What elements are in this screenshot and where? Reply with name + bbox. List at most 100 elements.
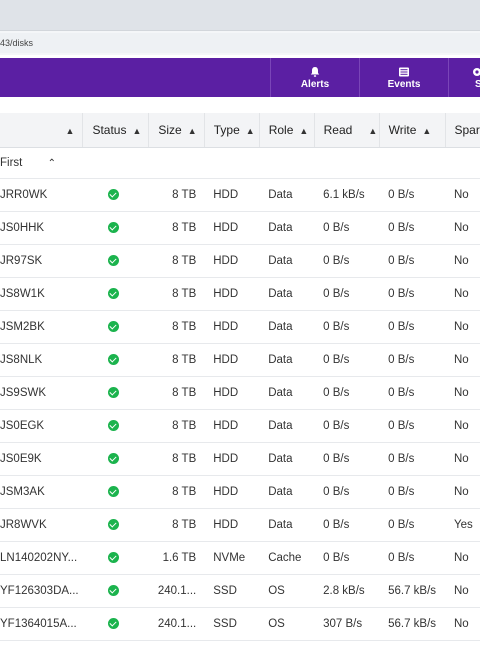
disk-size: 8 TB: [148, 277, 205, 311]
column-header-status[interactable]: Status ▲: [82, 113, 149, 148]
nav-alerts-label: Alerts: [300, 79, 330, 90]
disk-size: 8 TB: [148, 508, 205, 542]
column-header-type[interactable]: Type ▲: [203, 113, 260, 148]
table-row[interactable]: JS0EGK 8 TB HDD Data 0 B/s 0 B/s No: [0, 409, 480, 443]
table-row[interactable]: JS8W1K 8 TB HDD Data 0 B/s 0 B/s No: [0, 277, 480, 311]
nav-events-button[interactable]: Events: [359, 58, 448, 97]
top-navbar: Alerts Events S: [0, 58, 480, 98]
disk-size: 8 TB: [148, 475, 205, 509]
status: [82, 574, 149, 608]
disk-name: YF126303DA...: [0, 574, 83, 608]
disk-name: JS9SWK: [0, 376, 83, 410]
status: [82, 607, 149, 641]
chevron-up-icon[interactable]: ⌃: [48, 158, 56, 169]
disk-read: 0 B/s: [314, 541, 380, 575]
disk-size: 8 TB: [148, 376, 205, 410]
browser-toolbar: 43/disks: [0, 31, 480, 55]
table-row[interactable]: YF1364015A... 240.1... SSD OS 307 B/s 56.7 kB…: [0, 607, 480, 641]
disk-spare: No: [445, 475, 480, 509]
disk-type: HDD: [204, 277, 260, 311]
sort-icon: ▲: [245, 125, 255, 136]
bell-icon: [310, 67, 320, 77]
status-ok-icon: [107, 551, 119, 563]
nav-alerts-button[interactable]: Alerts: [270, 58, 359, 97]
disk-name: YF1364015A...: [0, 607, 83, 641]
disk-write: 0 B/s: [379, 310, 445, 344]
disk-spare: No: [445, 442, 480, 476]
status-ok-icon: [107, 386, 119, 398]
table-row[interactable]: JR97SK 8 TB HDD Data 0 B/s 0 B/s No: [0, 244, 480, 278]
disk-name: JR97SK: [0, 244, 83, 278]
status: [82, 475, 149, 509]
disk-read: 6.1 kB/s: [314, 178, 380, 212]
disk-read: 0 B/s: [314, 376, 380, 410]
table-row[interactable]: JR8WVK 8 TB HDD Data 0 B/s 0 B/s Yes: [0, 508, 480, 542]
column-header-write[interactable]: Write ▲: [378, 113, 445, 148]
disk-role: Cache: [259, 541, 315, 575]
table-row[interactable]: JS9SWK 8 TB HDD Data 0 B/s 0 B/s No: [0, 376, 480, 410]
group-label: First: [0, 156, 23, 169]
disk-name: JR8WVK: [0, 508, 83, 542]
table-row[interactable]: JSM3AK 8 TB HDD Data 0 B/s 0 B/s No: [0, 475, 480, 509]
disk-write: 56.7 kB/s: [379, 574, 445, 608]
disk-spare: No: [445, 607, 480, 641]
table-row[interactable]: JS0HHK 8 TB HDD Data 0 B/s 0 B/s No: [0, 211, 480, 245]
disk-type: SSD: [204, 607, 260, 641]
disk-type: NVMe: [204, 541, 260, 575]
status-ok-icon: [107, 287, 119, 299]
disk-name: JSM3AK: [0, 475, 83, 509]
table-row[interactable]: JS0E9K 8 TB HDD Data 0 B/s 0 B/s No: [0, 442, 480, 476]
disk-size: 8 TB: [148, 178, 205, 212]
nav-settings-button[interactable]: S: [448, 58, 480, 97]
disk-type: HDD: [204, 475, 260, 509]
status: [82, 277, 149, 311]
disk-name: JRR0WK: [0, 178, 83, 212]
disk-name: JSM2BK: [0, 310, 83, 344]
disk-type: HDD: [204, 376, 260, 410]
disk-write: 0 B/s: [379, 211, 445, 245]
disk-role: Data: [259, 475, 315, 509]
disk-write: 0 B/s: [379, 178, 445, 212]
column-header-name[interactable]: ▲︎: [0, 113, 83, 148]
status-ok-icon: [107, 617, 119, 629]
disks-table: ▲︎ Status ▲ Size ▲ Type ▲ Role ▲ Read ▲ Write…: [0, 113, 480, 641]
disk-write: 0 B/s: [379, 508, 445, 542]
table-row[interactable]: YF126303DA... 240.1... SSD OS 2.8 kB/s 56.7 k…: [0, 574, 480, 608]
column-header-spare[interactable]: Spare: [444, 113, 480, 148]
sort-icon: ▲: [132, 125, 142, 136]
column-header-size[interactable]: Size ▲: [148, 113, 205, 148]
sort-icon: ▲: [299, 125, 309, 136]
disk-write: 0 B/s: [379, 409, 445, 443]
nav-events-label: Events: [387, 79, 421, 90]
disk-role: OS: [259, 607, 315, 641]
disk-write: 0 B/s: [379, 244, 445, 278]
table-row[interactable]: JSM2BK 8 TB HDD Data 0 B/s 0 B/s No: [0, 310, 480, 344]
disk-read: 0 B/s: [314, 409, 380, 443]
status-ok-icon: [107, 518, 119, 530]
group-row[interactable]: First ⌃: [0, 147, 480, 179]
status-ok-icon: [107, 419, 119, 431]
table-row[interactable]: LN140202NY... 1.6 TB NVMe Cache 0 B/s 0 B/s No: [0, 541, 480, 575]
column-header-role[interactable]: Role ▲: [258, 113, 315, 148]
status: [82, 343, 149, 377]
disk-type: HDD: [204, 508, 260, 542]
disk-type: HDD: [204, 211, 260, 245]
disk-type: HDD: [204, 343, 260, 377]
disk-spare: No: [445, 409, 480, 443]
status-ok-icon: [107, 452, 119, 464]
disk-role: OS: [259, 574, 315, 608]
disk-write: 0 B/s: [379, 442, 445, 476]
address-bar[interactable]: 43/disks: [0, 33, 480, 53]
disk-spare: No: [445, 310, 480, 344]
disk-spare: No: [445, 244, 480, 278]
disk-write: 0 B/s: [379, 277, 445, 311]
status: [82, 178, 149, 212]
disk-size: 1.6 TB: [148, 541, 205, 575]
status-ok-icon: [107, 584, 119, 596]
sort-icon: ▲: [368, 125, 378, 136]
status-ok-icon: [107, 353, 119, 365]
disk-size: 8 TB: [148, 442, 205, 476]
table-row[interactable]: JRR0WK 8 TB HDD Data 6.1 kB/s 0 B/s No: [0, 178, 480, 212]
column-header-read[interactable]: Read ▲: [313, 113, 380, 148]
table-row[interactable]: JS8NLK 8 TB HDD Data 0 B/s 0 B/s No: [0, 343, 480, 377]
